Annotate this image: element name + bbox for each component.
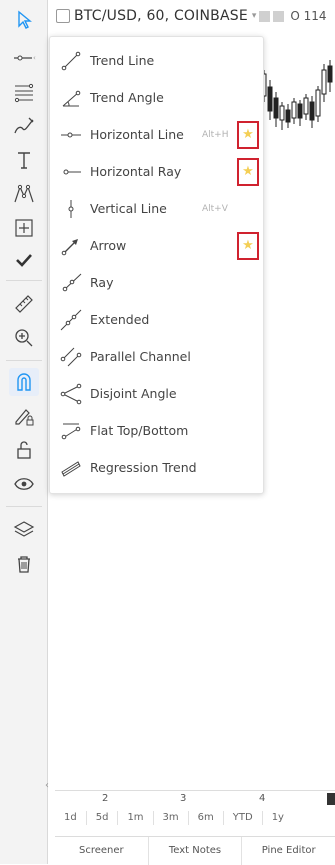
menu-item-extended[interactable]: Extended	[50, 301, 263, 338]
menu-item-horizontal-ray[interactable]: Horizontal Ray ★	[50, 153, 263, 190]
menu-item-horizontal-line[interactable]: Horizontal Line Alt+H ★	[50, 116, 263, 153]
date-range-bar: 1d 5d 1m 3m 6m YTD 1y	[55, 808, 335, 828]
time-axis-label: 3	[180, 793, 187, 804]
magnet-icon[interactable]	[9, 368, 39, 396]
ray-icon	[59, 271, 83, 295]
menu-item-label: Horizontal Ray	[90, 164, 182, 179]
disjoint-angle-icon	[59, 382, 83, 406]
range-button[interactable]: 1d	[55, 811, 87, 825]
menu-item-flat-top-bottom[interactable]: Flat Top/Bottom	[50, 412, 263, 449]
pattern-icon[interactable]	[9, 180, 39, 208]
collapse-toolbar-icon[interactable]: ‹	[45, 780, 51, 798]
range-button[interactable]: 3m	[154, 811, 189, 825]
menu-item-label: Ray	[90, 275, 114, 290]
horizontal-line-tool-icon[interactable]: ‹	[9, 44, 39, 72]
horizontal-line-icon	[59, 123, 83, 147]
menu-item-label: Trend Line	[90, 53, 155, 68]
regression-trend-icon	[59, 456, 83, 480]
cursor-arrow-icon[interactable]	[9, 6, 39, 34]
menu-item-regression-trend[interactable]: Regression Trend	[50, 449, 263, 486]
menu-item-label: Arrow	[90, 238, 127, 253]
extended-line-icon	[59, 308, 83, 332]
ruler-icon[interactable]	[9, 290, 39, 318]
menu-item-label: Disjoint Angle	[90, 386, 177, 401]
range-button[interactable]: 5d	[87, 811, 119, 825]
favorite-star-icon[interactable]: ★	[237, 157, 259, 186]
symbol-title[interactable]: BTC/USD, 60, COINBASE	[74, 8, 248, 24]
svg-text:‹: ‹	[33, 54, 36, 62]
menu-item-arrow[interactable]: Arrow ★	[50, 227, 263, 264]
zoom-in-icon[interactable]	[9, 324, 39, 352]
range-button[interactable]: 1y	[263, 811, 293, 825]
shortcut-label: Alt+V	[202, 203, 228, 214]
fibonacci-icon[interactable]	[9, 78, 39, 106]
range-button[interactable]: 1m	[118, 811, 154, 825]
brush-icon[interactable]	[9, 112, 39, 140]
check-icon[interactable]	[9, 246, 39, 274]
layers-icon[interactable]	[9, 516, 39, 544]
menu-item-vertical-line[interactable]: Vertical Line Alt+V	[50, 190, 263, 227]
lock-pencil-icon[interactable]	[9, 402, 39, 430]
symbol-caret-icon[interactable]: ▾	[252, 11, 257, 21]
tab-pine-editor[interactable]: Pine Editor	[242, 837, 335, 865]
chart-header: BTC/USD, 60, COINBASE ▾ O 114	[50, 0, 335, 32]
text-icon[interactable]	[9, 146, 39, 174]
close-box-icon[interactable]	[273, 10, 285, 22]
settings-box-icon[interactable]	[259, 10, 271, 22]
menu-item-parallel-channel[interactable]: Parallel Channel	[50, 338, 263, 375]
time-axis-label: 2	[102, 793, 109, 804]
horizontal-ray-icon	[59, 160, 83, 184]
menu-item-label: Regression Trend	[90, 460, 197, 475]
time-axis-label: 4	[259, 793, 266, 804]
menu-item-label: Extended	[90, 312, 150, 327]
menu-item-trend-line[interactable]: Trend Line	[50, 42, 263, 79]
menu-item-label: Vertical Line	[90, 201, 167, 216]
menu-item-ray[interactable]: Ray	[50, 264, 263, 301]
time-axis[interactable]: 2 3 4	[55, 790, 335, 807]
eye-icon[interactable]	[9, 470, 39, 498]
range-button[interactable]: 6m	[189, 811, 224, 825]
menu-item-trend-angle[interactable]: Trend Angle	[50, 79, 263, 116]
tab-text-notes[interactable]: Text Notes	[149, 837, 243, 865]
arrow-icon	[59, 234, 83, 258]
measure-box-icon[interactable]	[9, 214, 39, 242]
trend-line-icon	[59, 49, 83, 73]
menu-item-label: Parallel Channel	[90, 349, 191, 364]
ohlc-price: O 114	[290, 9, 327, 23]
trash-icon[interactable]	[9, 550, 39, 578]
menu-item-label: Trend Angle	[90, 90, 164, 105]
line-tools-menu: Trend Line Trend Angle Horizontal Line A…	[49, 36, 264, 494]
bottom-panel-tabs: Screener Text Notes Pine Editor	[55, 836, 335, 865]
lock-icon[interactable]	[9, 436, 39, 464]
menu-item-label: Horizontal Line	[90, 127, 184, 142]
axis-end-marker	[327, 793, 335, 805]
menu-item-disjoint-angle[interactable]: Disjoint Angle	[50, 375, 263, 412]
favorite-star-icon[interactable]: ★	[237, 120, 259, 149]
trend-angle-icon	[59, 86, 83, 110]
parallel-channel-icon	[59, 345, 83, 369]
flat-top-bottom-icon	[59, 419, 83, 443]
shortcut-label: Alt+H	[202, 129, 229, 140]
range-button[interactable]: YTD	[224, 811, 263, 825]
vertical-line-icon	[59, 197, 83, 221]
chevron-down-icon[interactable]	[56, 9, 70, 23]
tab-screener[interactable]: Screener	[55, 837, 149, 865]
drawing-toolbar: ‹	[0, 0, 48, 864]
favorite-star-icon[interactable]: ★	[237, 231, 259, 260]
menu-item-label: Flat Top/Bottom	[90, 423, 189, 438]
